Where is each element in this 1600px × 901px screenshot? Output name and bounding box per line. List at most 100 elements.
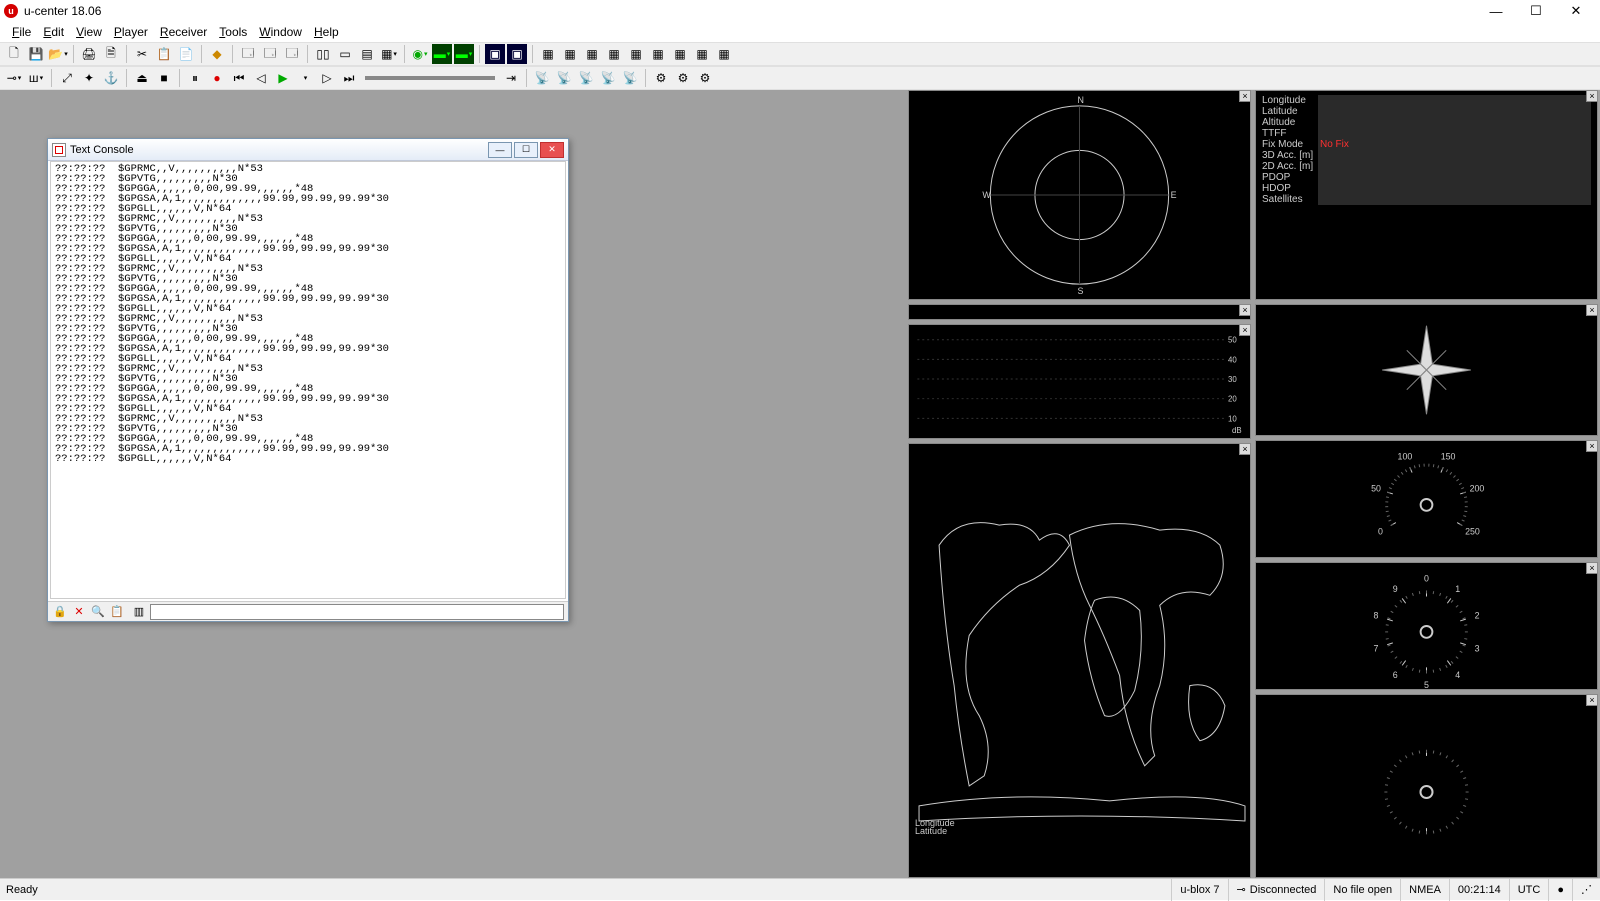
panel-close-icon[interactable]: × bbox=[1239, 324, 1251, 336]
console-close-button[interactable]: ✕ bbox=[540, 142, 564, 158]
close-button[interactable]: ✕ bbox=[1556, 0, 1596, 22]
p7-icon[interactable]: ▦ bbox=[670, 44, 690, 64]
next-icon[interactable]: ▷ bbox=[317, 68, 337, 88]
console-minimize-button[interactable]: — bbox=[488, 142, 512, 158]
p4-icon[interactable]: ▦ bbox=[604, 44, 624, 64]
anchor-icon[interactable]: ⚓ bbox=[101, 68, 121, 88]
msg2-icon[interactable]: 🗔 bbox=[260, 44, 280, 64]
info-value: No Fix bbox=[1318, 139, 1591, 150]
open-icon[interactable]: 📂 bbox=[48, 44, 68, 64]
panel-close-icon[interactable]: × bbox=[1586, 440, 1598, 452]
svg-text:10: 10 bbox=[1228, 414, 1237, 423]
clear-icon[interactable]: ✕ bbox=[71, 604, 87, 620]
dock1-icon[interactable]: ▣ bbox=[485, 44, 505, 64]
menu-file[interactable]: File bbox=[6, 23, 37, 41]
gear2-icon[interactable]: ⚙ bbox=[673, 68, 693, 88]
print-icon[interactable]: 🖨 bbox=[79, 44, 99, 64]
svg-text:50: 50 bbox=[1371, 483, 1381, 493]
gear3-icon[interactable]: ⚙ bbox=[695, 68, 715, 88]
position-slider[interactable] bbox=[365, 76, 495, 80]
view2-icon[interactable]: ▬ bbox=[432, 44, 452, 64]
lock-icon[interactable]: 🔒 bbox=[52, 604, 68, 620]
console-input[interactable] bbox=[150, 604, 564, 620]
target-icon[interactable]: ✦ bbox=[79, 68, 99, 88]
dir-w: W bbox=[982, 190, 991, 200]
msg1-icon[interactable]: 🗔 bbox=[238, 44, 258, 64]
p1-icon[interactable]: ▦ bbox=[538, 44, 558, 64]
gear1-icon[interactable]: ⚙ bbox=[651, 68, 671, 88]
info-value bbox=[1318, 183, 1591, 194]
filter2-icon[interactable]: 📋 bbox=[109, 604, 125, 620]
info-panel: × LongitudeLatitudeAltitudeTTFFFix ModeN… bbox=[1255, 90, 1598, 300]
zoom-icon[interactable]: ⤢ bbox=[57, 68, 77, 88]
minimize-button[interactable]: — bbox=[1476, 0, 1516, 22]
end-icon[interactable]: ⇥ bbox=[501, 68, 521, 88]
p5-icon[interactable]: ▦ bbox=[626, 44, 646, 64]
info-key: Satellites bbox=[1262, 194, 1318, 205]
layout2-icon[interactable]: ▭ bbox=[335, 44, 355, 64]
menu-edit[interactable]: Edit bbox=[37, 23, 70, 41]
panel-close-icon[interactable]: × bbox=[1239, 90, 1251, 102]
layout4-icon[interactable]: ▦ bbox=[379, 44, 399, 64]
cols-icon[interactable]: ▥ bbox=[131, 604, 147, 620]
connect-icon[interactable]: ⊸ bbox=[4, 68, 24, 88]
print-preview-icon[interactable]: 🗎 bbox=[101, 44, 121, 64]
console-maximize-button[interactable]: ☐ bbox=[514, 142, 538, 158]
stop-icon[interactable]: ■ bbox=[154, 68, 174, 88]
copy-icon[interactable]: 📋 bbox=[154, 44, 174, 64]
view3-icon[interactable]: ▬ bbox=[454, 44, 474, 64]
save-icon[interactable]: 💾 bbox=[26, 44, 46, 64]
panel-close-icon[interactable]: × bbox=[1586, 694, 1598, 706]
console-titlebar[interactable]: Text Console — ☐ ✕ bbox=[48, 139, 568, 161]
baud-icon[interactable]: ш bbox=[26, 68, 46, 88]
p2-icon[interactable]: ▦ bbox=[560, 44, 580, 64]
sat2-icon[interactable]: 📡 bbox=[554, 68, 574, 88]
dock2-icon[interactable]: ▣ bbox=[507, 44, 527, 64]
sat3-icon[interactable]: 📡 bbox=[576, 68, 596, 88]
status-device: u-blox 7 bbox=[1171, 879, 1227, 901]
filter1-icon[interactable]: 🔍 bbox=[90, 604, 106, 620]
menu-help[interactable]: Help bbox=[308, 23, 345, 41]
info-value bbox=[1318, 150, 1591, 161]
record-icon[interactable]: ● bbox=[207, 68, 227, 88]
view1-icon[interactable]: ◉ bbox=[410, 44, 430, 64]
layout3-icon[interactable]: ▤ bbox=[357, 44, 377, 64]
layout1-icon[interactable]: ▯▯ bbox=[313, 44, 333, 64]
maximize-button[interactable]: ☐ bbox=[1516, 0, 1556, 22]
p6-icon[interactable]: ▦ bbox=[648, 44, 668, 64]
speed-icon[interactable] bbox=[295, 68, 315, 88]
menu-view[interactable]: View bbox=[70, 23, 108, 41]
sat4-icon[interactable]: 📡 bbox=[598, 68, 618, 88]
eject-icon[interactable]: ⏏ bbox=[132, 68, 152, 88]
sat1-icon[interactable]: 📡 bbox=[532, 68, 552, 88]
menu-player[interactable]: Player bbox=[108, 23, 154, 41]
sat5-icon[interactable]: 📡 bbox=[620, 68, 640, 88]
cut-icon[interactable]: ✂ bbox=[132, 44, 152, 64]
menu-window[interactable]: Window bbox=[253, 23, 308, 41]
step-back-icon[interactable]: ⏮ bbox=[229, 68, 249, 88]
resize-grip[interactable]: ⋰ bbox=[1572, 879, 1600, 901]
pause-icon[interactable]: ⏸ bbox=[185, 68, 205, 88]
info-key: TTFF bbox=[1262, 128, 1318, 139]
panel-close-icon[interactable]: × bbox=[1239, 443, 1251, 455]
text-console-window: Text Console — ☐ ✕ ??:??:?? $GPRMC,,V,,,… bbox=[47, 138, 569, 622]
panel-close-icon[interactable]: × bbox=[1586, 304, 1598, 316]
p9-icon[interactable]: ▦ bbox=[714, 44, 734, 64]
panel-close-icon[interactable]: × bbox=[1586, 90, 1598, 102]
p3-icon[interactable]: ▦ bbox=[582, 44, 602, 64]
msg3-icon[interactable]: 🗔 bbox=[282, 44, 302, 64]
toolbar-2: ⊸ ш ⤢ ✦ ⚓ ⏏ ■ ⏸ ● ⏮ ◁ ▶ ▷ ⏭ ⇥ 📡 📡 📡 📡 📡 … bbox=[0, 66, 1600, 90]
menu-receiver[interactable]: Receiver bbox=[154, 23, 213, 41]
menu-tools[interactable]: Tools bbox=[213, 23, 253, 41]
p8-icon[interactable]: ▦ bbox=[692, 44, 712, 64]
app-icon: u bbox=[4, 4, 18, 18]
panel-close-icon[interactable]: × bbox=[1586, 562, 1598, 574]
step-fwd-icon[interactable]: ⏭ bbox=[339, 68, 359, 88]
tool-icon[interactable]: ◆ bbox=[207, 44, 227, 64]
new-icon[interactable]: 🗋 bbox=[4, 44, 24, 64]
play-icon[interactable]: ▶ bbox=[273, 68, 293, 88]
panel-close-icon[interactable]: × bbox=[1239, 304, 1251, 316]
svg-text:1: 1 bbox=[1455, 584, 1460, 594]
paste-icon[interactable]: 📄 bbox=[176, 44, 196, 64]
prev-icon[interactable]: ◁ bbox=[251, 68, 271, 88]
